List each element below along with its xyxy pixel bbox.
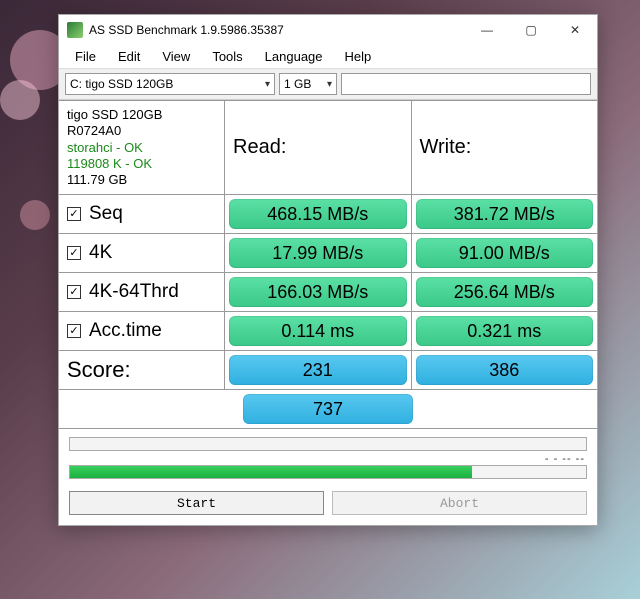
menu-tools[interactable]: Tools [202,47,252,66]
checkbox-acc[interactable] [67,324,81,338]
row-seq: Seq 468.15 MB/s 381.72 MB/s [59,195,597,234]
progress-area: - - -- -- [59,429,597,485]
titlebar: AS SSD Benchmark 1.9.5986.35387 — ▢ ✕ [59,15,597,45]
row-4k: 4K 17.99 MB/s 91.00 MB/s [59,234,597,273]
seq-write-bar: 381.72 MB/s [416,199,594,229]
score-label: Score: [59,351,225,389]
row-4k64: 4K-64Thrd 166.03 MB/s 256.64 MB/s [59,273,597,312]
start-button[interactable]: Start [69,491,324,515]
k4-write-bar: 91.00 MB/s [416,238,594,268]
score-read-bar: 231 [229,355,407,385]
chevron-down-icon: ▾ [265,79,270,90]
k4-read-bar: 17.99 MB/s [229,238,407,268]
score-write-bar: 386 [416,355,594,385]
drive-select[interactable]: C: tigo SSD 120GB ▾ [65,73,275,95]
score-total-bar: 737 [243,394,413,424]
drive-info: tigo SSD 120GB R0724A0 storahci - OK 119… [59,101,225,194]
label-4k: 4K [59,234,225,272]
minimize-button[interactable]: — [465,15,509,45]
header-row: tigo SSD 120GB R0724A0 storahci - OK 119… [59,101,597,195]
info-alignment: 119808 K - OK [67,156,152,172]
progress-text: - - -- -- [69,453,587,465]
acc-read-bar: 0.114 ms [229,316,407,346]
drive-select-value: C: tigo SSD 120GB [70,77,173,91]
menu-edit[interactable]: Edit [108,47,150,66]
menu-language[interactable]: Language [255,47,333,66]
label-4k64: 4K-64Thrd [59,273,225,311]
menu-view[interactable]: View [152,47,200,66]
header-read: Read: [225,101,412,194]
maximize-button[interactable]: ▢ [509,15,553,45]
abort-button[interactable]: Abort [332,491,587,515]
progress-small [69,437,587,451]
label-acc: Acc.time [59,312,225,350]
k464-write-bar: 256.64 MB/s [416,277,594,307]
header-write: Write: [412,101,598,194]
window-title: AS SSD Benchmark 1.9.5986.35387 [89,23,465,37]
info-model: tigo SSD 120GB [67,107,162,123]
menu-file[interactable]: File [65,47,106,66]
menubar: File Edit View Tools Language Help [59,45,597,69]
size-select[interactable]: 1 GB ▾ [279,73,337,95]
acc-write-bar: 0.321 ms [416,316,594,346]
info-firmware: R0724A0 [67,123,121,139]
info-driver: storahci - OK [67,140,143,156]
label-seq: Seq [59,195,225,233]
app-window: AS SSD Benchmark 1.9.5986.35387 — ▢ ✕ Fi… [58,14,598,526]
button-row: Start Abort [59,485,597,525]
row-acc: Acc.time 0.114 ms 0.321 ms [59,312,597,351]
control-row: C: tigo SSD 120GB ▾ 1 GB ▾ [59,69,597,100]
info-capacity: 111.79 GB [67,172,127,188]
checkbox-4k[interactable] [67,246,81,260]
progress-big [69,465,587,479]
checkbox-4k64[interactable] [67,285,81,299]
checkbox-seq[interactable] [67,207,81,221]
app-icon [67,22,83,38]
row-score: Score: 231 386 [59,351,597,390]
chevron-down-icon: ▾ [327,79,332,90]
results-grid: tigo SSD 120GB R0724A0 storahci - OK 119… [59,100,597,429]
filter-input[interactable] [341,73,591,95]
size-select-value: 1 GB [284,77,311,91]
close-button[interactable]: ✕ [553,15,597,45]
menu-help[interactable]: Help [335,47,382,66]
k464-read-bar: 166.03 MB/s [229,277,407,307]
seq-read-bar: 468.15 MB/s [229,199,407,229]
row-total: 737 [59,390,597,429]
